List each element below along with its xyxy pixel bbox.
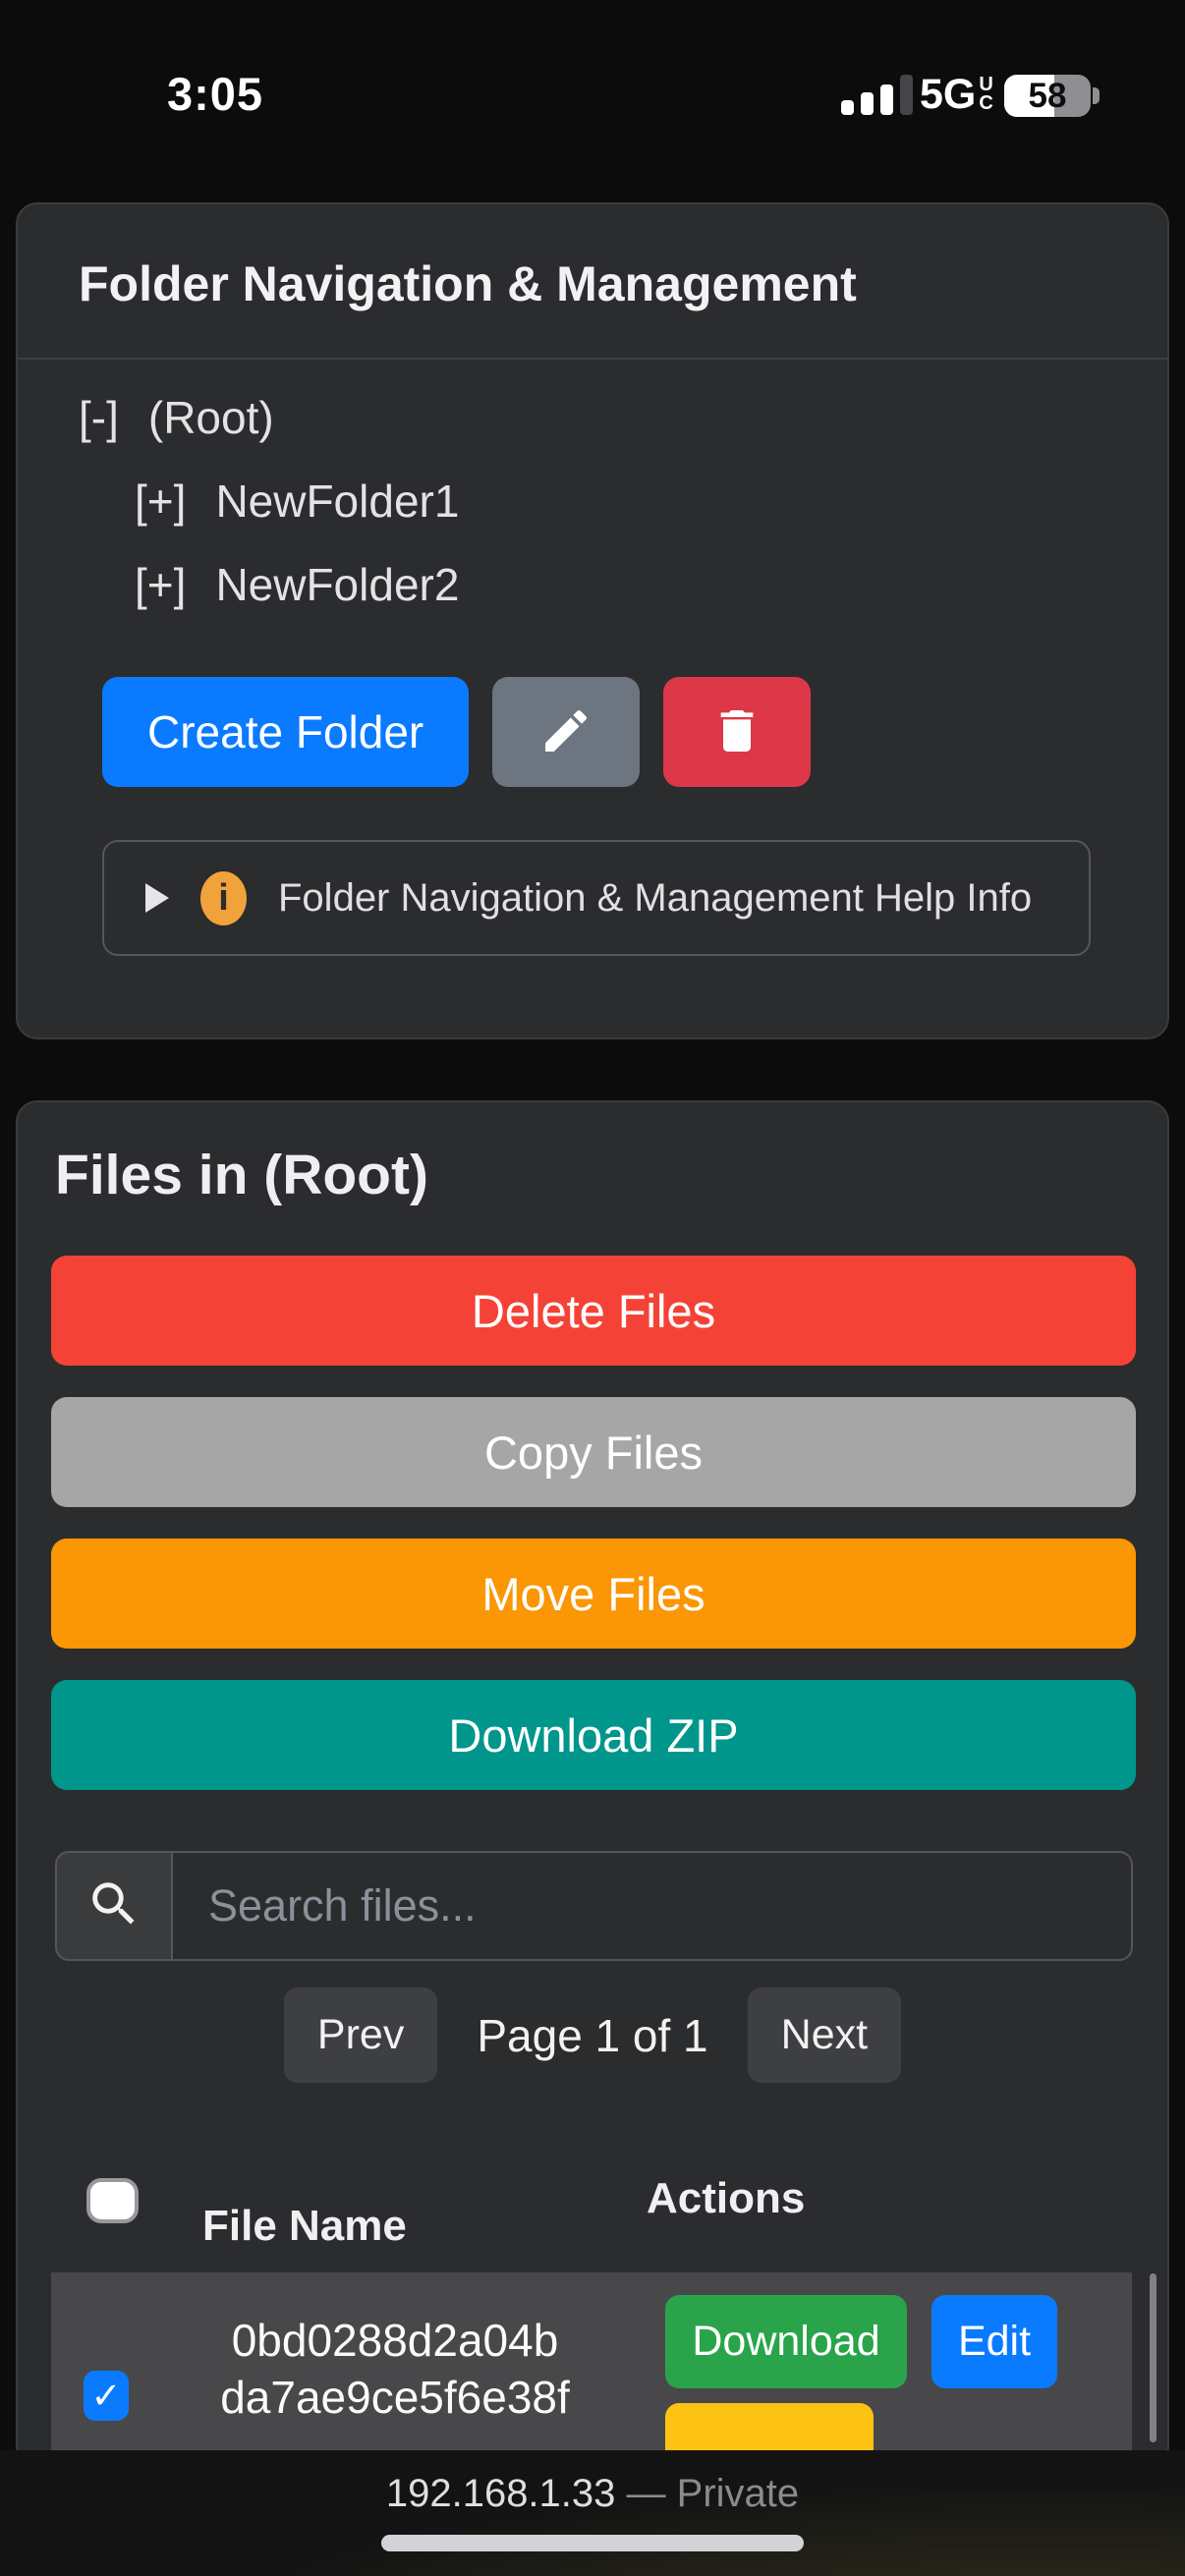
file-name-cell: 0bd0288d2a04b da7ae9ce5f6e38f bbox=[169, 2312, 621, 2426]
network-type-indicator: 5G U C bbox=[920, 73, 993, 116]
ios-status-bar: 3:05 5G U C 58 bbox=[0, 0, 1185, 138]
scrollbar-thumb[interactable] bbox=[1150, 2273, 1157, 2442]
signal-bar bbox=[841, 100, 854, 115]
tree-item-newfolder2[interactable]: [+] NewFolder2 bbox=[135, 542, 1106, 626]
download-file-button[interactable]: Download bbox=[665, 2295, 907, 2388]
tree-toggle-expand[interactable]: [+] bbox=[135, 558, 186, 611]
download-zip-button[interactable]: Download ZIP bbox=[51, 1680, 1136, 1790]
tree-item-newfolder1[interactable]: [+] NewFolder1 bbox=[135, 459, 1106, 542]
pagination: Prev Page 1 of 1 Next bbox=[18, 1988, 1167, 2083]
tree-folder-name[interactable]: NewFolder2 bbox=[215, 558, 459, 611]
page-indicator: Page 1 of 1 bbox=[477, 2009, 707, 2062]
column-header-file-name: File Name bbox=[202, 2202, 407, 2251]
trash-icon bbox=[709, 703, 764, 761]
table-row: ✓ 0bd0288d2a04b da7ae9ce5f6e38f Download… bbox=[51, 2272, 1132, 2468]
tree-item-root[interactable]: [-] (Root) bbox=[79, 375, 1106, 459]
folder-help-disclosure[interactable]: i Folder Navigation & Management Help In… bbox=[102, 840, 1091, 956]
signal-bar bbox=[861, 92, 874, 115]
network-label: 5G bbox=[920, 73, 976, 116]
network-badge: U C bbox=[979, 76, 992, 113]
cellular-signal-icon bbox=[841, 75, 913, 115]
home-indicator[interactable] bbox=[381, 2535, 804, 2551]
delete-folder-button[interactable] bbox=[663, 677, 811, 787]
folder-tree: [-] (Root) [+] NewFolder1 [+] NewFolder2 bbox=[18, 360, 1167, 626]
url-separator: — bbox=[627, 2472, 666, 2515]
tree-folder-name[interactable]: (Root) bbox=[148, 391, 274, 444]
battery-percent: 58 bbox=[1004, 75, 1091, 117]
signal-bar bbox=[880, 84, 893, 115]
tree-toggle-collapse[interactable]: [-] bbox=[79, 391, 119, 444]
file-name-line: 0bd0288d2a04b bbox=[169, 2312, 621, 2369]
status-time: 3:05 bbox=[167, 67, 263, 121]
files-card: Files in (Root) Delete Files Copy Files … bbox=[16, 1100, 1169, 2468]
prev-page-button[interactable]: Prev bbox=[284, 1988, 437, 2083]
tree-folder-name[interactable]: NewFolder1 bbox=[215, 475, 459, 528]
delete-files-button[interactable]: Delete Files bbox=[51, 1256, 1136, 1366]
search-files-input[interactable] bbox=[173, 1851, 1133, 1961]
file-name-line: da7ae9ce5f6e38f bbox=[169, 2369, 621, 2426]
copy-files-button[interactable]: Copy Files bbox=[51, 1397, 1136, 1507]
column-header-actions: Actions bbox=[647, 2174, 805, 2223]
move-files-button[interactable]: Move Files bbox=[51, 1539, 1136, 1649]
url-host: 192.168.1.33 bbox=[386, 2472, 616, 2515]
disclosure-triangle-icon bbox=[145, 883, 169, 913]
file-table-header: File Name Actions bbox=[18, 2158, 1167, 2272]
create-folder-button[interactable]: Create Folder bbox=[102, 677, 469, 787]
private-badge: Private bbox=[677, 2472, 800, 2515]
bulk-actions: Delete Files Copy Files Move Files Downl… bbox=[51, 1256, 1136, 1790]
file-search bbox=[55, 1851, 1133, 1961]
info-icon: i bbox=[200, 871, 247, 925]
tree-toggle-expand[interactable]: [+] bbox=[135, 475, 186, 528]
edit-file-button[interactable]: Edit bbox=[931, 2295, 1057, 2388]
battery-nub bbox=[1093, 87, 1100, 104]
select-all-checkbox[interactable] bbox=[86, 2178, 139, 2223]
check-icon: ✓ bbox=[90, 2375, 121, 2417]
files-card-title: Files in (Root) bbox=[18, 1102, 1167, 1204]
search-icon bbox=[85, 1876, 142, 1937]
rename-folder-button[interactable] bbox=[492, 677, 640, 787]
signal-bar-empty bbox=[900, 75, 913, 115]
pencil-icon bbox=[538, 703, 593, 761]
address-bar[interactable]: 192.168.1.33 — Private bbox=[0, 2450, 1185, 2516]
battery-icon: 58 bbox=[1004, 75, 1091, 117]
search-addon bbox=[55, 1851, 173, 1961]
help-disclosure-label: Folder Navigation & Management Help Info bbox=[278, 876, 1032, 921]
safari-bottom-bar: 192.168.1.33 — Private bbox=[0, 2450, 1185, 2576]
next-page-button[interactable]: Next bbox=[748, 1988, 901, 2083]
row-checkbox-checked[interactable]: ✓ bbox=[84, 2371, 129, 2421]
folder-nav-card: Folder Navigation & Management [-] (Root… bbox=[16, 202, 1169, 1039]
folder-card-title: Folder Navigation & Management bbox=[18, 204, 1167, 360]
folder-actions-row: Create Folder bbox=[102, 677, 1167, 787]
